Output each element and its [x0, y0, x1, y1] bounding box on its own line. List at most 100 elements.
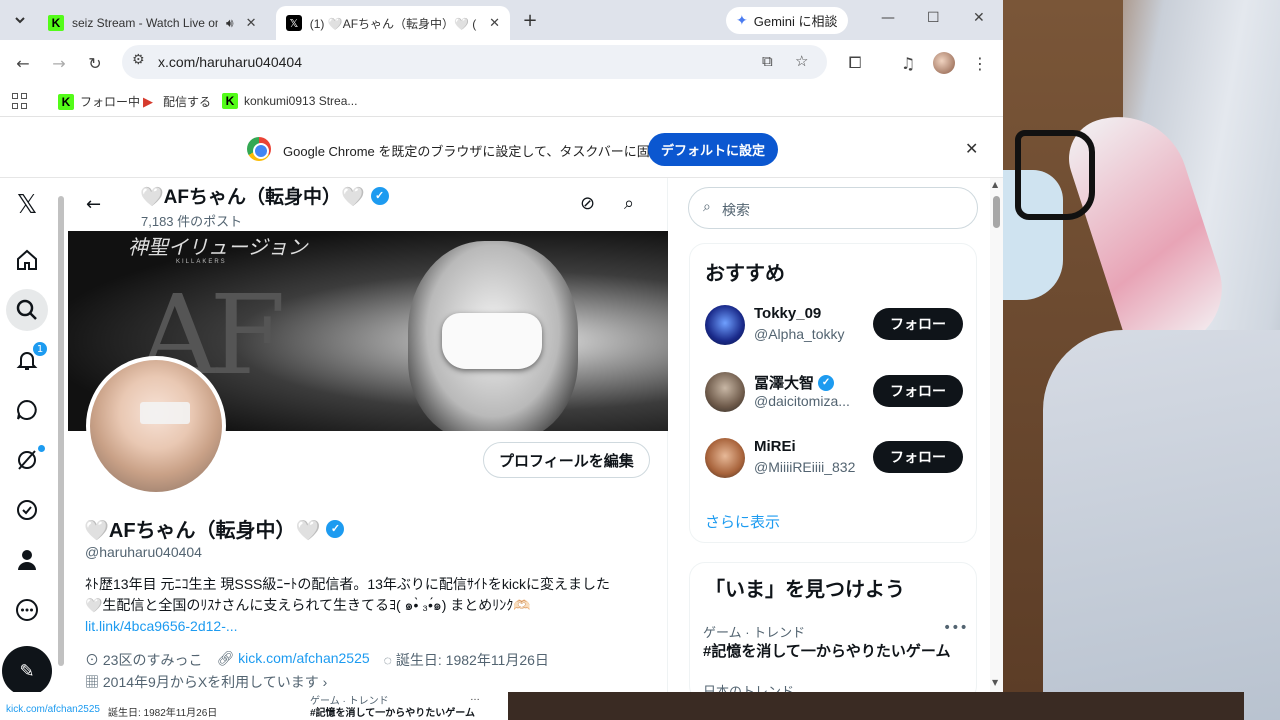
follow-button[interactable]: フォロー — [873, 308, 963, 340]
maximize-icon[interactable]: ☐ — [927, 10, 940, 26]
bookmark-label: 配信する — [163, 95, 212, 109]
scroll-down-icon[interactable]: ▼ — [992, 678, 998, 687]
extensions-icon[interactable]: ⧠ — [842, 50, 868, 76]
bio-line-2: 🤍生配信と全国のﾘｽﾅさんに支えられて生きてるﾖ( ๑•̀ ₃•́๑) まとめﾘ… — [85, 597, 531, 613]
profile-name-text: 🤍AFちゃん（転身中）🤍 — [84, 520, 321, 542]
link-icon: 🔗︎ — [216, 650, 239, 666]
user-name[interactable]: Tokky_09 — [754, 305, 821, 322]
right-scrollbar[interactable]: ▲ ▼ — [990, 178, 1003, 692]
profile-avatar[interactable] — [86, 356, 226, 496]
banner-subtitle: KILLAKERS — [176, 259, 227, 265]
joined-item[interactable]: ▦ 2014年9月からXを利用しています › — [85, 672, 327, 692]
profile-name: 🤍AFちゃん（転身中）🤍 ✓ — [84, 514, 345, 543]
more-circle-icon[interactable] — [6, 589, 48, 631]
trend-category-2: 日本のトレンド — [703, 684, 795, 692]
back-icon[interactable]: ← — [10, 50, 36, 76]
close-window-icon[interactable]: ✕ — [973, 10, 985, 26]
close-tab-icon[interactable]: ✕ — [489, 15, 500, 31]
location-pin-icon: ⊙ — [85, 652, 103, 668]
x-logo-icon[interactable]: 𝕏 — [6, 184, 48, 226]
toolbar: ← → ↻ ⚙ x.com/haruharu040404 ⧉ ☆ ⧠ ♫ ⋮ — [0, 40, 1003, 85]
bookmark-following[interactable]: K フォロー中 — [58, 93, 140, 110]
profile-avatar-icon[interactable] — [933, 52, 955, 74]
site-info-icon[interactable]: ⚙ — [132, 52, 145, 68]
follow-button[interactable]: フォロー — [873, 375, 963, 407]
x-nav: 𝕏 1 ✎ — [0, 178, 56, 692]
verified-badge-icon: ✓ — [370, 186, 389, 205]
scrollbar-thumb[interactable] — [993, 196, 1000, 228]
compose-post-button[interactable]: ✎ — [2, 646, 52, 692]
new-tab-button[interactable]: + — [516, 6, 544, 34]
close-infobar-icon[interactable]: ✕ — [965, 139, 978, 158]
tab-search-button[interactable] — [6, 6, 34, 34]
bookmark-stream[interactable]: ▶ 配信する — [143, 93, 211, 110]
minimize-icon[interactable]: — — [881, 10, 895, 26]
edit-profile-button[interactable]: プロフィールを編集 — [483, 442, 650, 478]
forward-icon[interactable]: → — [46, 50, 72, 76]
default-browser-infobar: Google Chrome を既定のブラウザに設定して、タスクバーに固定する デ… — [0, 121, 1003, 178]
install-app-icon[interactable]: ⧉ — [762, 52, 773, 70]
bookmark-star-icon[interactable]: ☆ — [795, 52, 808, 70]
profile-handle: @haruharu040404 — [85, 544, 202, 560]
website-link[interactable]: kick.com/afchan2525 — [238, 650, 370, 666]
profile-icon[interactable] — [6, 539, 48, 581]
user-name[interactable]: 冨澤大智 ✓ — [754, 372, 835, 393]
apps-grid-icon[interactable] — [12, 93, 28, 109]
set-default-button[interactable]: デフォルトに設定 — [648, 133, 779, 166]
explore-search-icon[interactable] — [6, 289, 48, 331]
bio-link[interactable]: lit.link/4bca9656-2d12-... — [85, 616, 655, 637]
trend-name[interactable]: #記憶を消して一からやりたいゲーム — [703, 640, 950, 661]
trend-category: ゲーム · トレンド — [703, 625, 806, 640]
user-avatar[interactable] — [705, 372, 745, 412]
bookmark-konkumi[interactable]: K konkumi0913 Strea... — [222, 93, 357, 109]
home-icon[interactable] — [6, 239, 48, 281]
url-text[interactable]: x.com/haruharu040404 — [158, 54, 302, 70]
notifications-bell-icon[interactable]: 1 — [6, 339, 48, 381]
tab-bar: K seiz Stream - Watch Live on 🔊︎ ✕ 𝕏 (1)… — [0, 0, 1003, 40]
avatar-blur — [140, 402, 190, 424]
user-avatar[interactable] — [705, 438, 745, 478]
user-row[interactable]: MiREi @MiiiiREiiii_832 フォロー — [705, 438, 965, 484]
bottom-birthday: 誕生日: 1982年11月26日 — [108, 708, 218, 719]
left-scrollbar[interactable] — [57, 184, 65, 684]
scroll-up-icon[interactable]: ▲ — [992, 180, 998, 189]
scrollbar-thumb[interactable] — [58, 196, 64, 666]
gemini-button[interactable]: ✦ Gemini に相談 — [726, 7, 848, 34]
website-item[interactable]: 🔗︎ kick.com/afchan2525 — [216, 650, 369, 670]
verified-orgs-icon[interactable] — [6, 489, 48, 531]
messages-icon[interactable] — [6, 389, 48, 431]
birthday-text: 誕生日: 1982年11月26日 — [395, 652, 549, 668]
close-tab-icon[interactable]: ✕ — [246, 15, 257, 31]
tab-x-profile[interactable]: 𝕏 (1) 🤍AFちゃん（転身中）🤍 ( ✕ — [276, 6, 510, 40]
chrome-logo-icon — [247, 137, 271, 161]
bottom-more-icon: … — [470, 692, 480, 703]
chevron-right-icon: › — [318, 674, 328, 690]
user-name-text: MiREi — [754, 438, 796, 455]
background-window-strip: kick.com/afchan2525 誕生日: 1982年11月26日 ゲーム… — [0, 692, 1244, 720]
kebab-menu-icon[interactable]: ⋮ — [967, 50, 993, 76]
kick-favicon-icon: K — [58, 93, 74, 110]
tab-label: seiz Stream - Watch Live on — [72, 16, 218, 30]
user-row[interactable]: Tokky_09 @Alpha_tokky フォロー — [705, 305, 965, 351]
grok-icon[interactable] — [6, 439, 48, 481]
search-icon[interactable]: ⌕ — [624, 193, 634, 214]
tab-kick-stream[interactable]: K seiz Stream - Watch Live on 🔊︎ ✕ — [38, 6, 274, 40]
profile-header-bar: ← 🤍AFちゃん（転身中）🤍 ✓ 7,183 件のポスト ⊘ ⌕ — [68, 178, 668, 231]
play-icon: ▶ — [143, 93, 153, 109]
user-name[interactable]: MiREi — [754, 438, 796, 455]
show-more-link[interactable]: さらに表示 — [705, 511, 780, 532]
trend-more-icon[interactable]: ••• — [943, 620, 968, 636]
kick-favicon-icon: K — [222, 93, 238, 109]
user-avatar[interactable] — [705, 305, 745, 345]
grok-analyze-icon[interactable]: ⊘ — [580, 193, 595, 214]
search-input[interactable]: ⌕ 検索 — [688, 187, 978, 229]
address-bar[interactable]: ⚙ x.com/haruharu040404 ⧉ ☆ — [122, 45, 827, 79]
user-row[interactable]: 冨澤大智 ✓ @daicitomiza... フォロー — [705, 372, 965, 418]
speaker-icon[interactable]: 🔊︎ — [226, 16, 234, 31]
reload-icon[interactable]: ↻ — [82, 50, 108, 76]
search-placeholder: 検索 — [722, 202, 750, 218]
verified-badge-icon: ✓ — [818, 374, 835, 391]
follow-button[interactable]: フォロー — [873, 441, 963, 473]
back-arrow-icon[interactable]: ← — [86, 194, 101, 215]
media-control-icon[interactable]: ♫ — [895, 50, 921, 76]
